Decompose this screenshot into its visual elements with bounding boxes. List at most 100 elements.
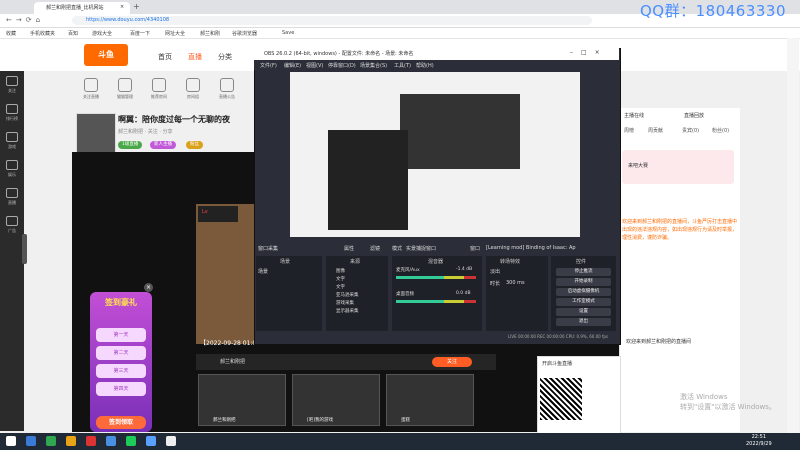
- mixer-track-name: 麦克风/Aux: [396, 268, 420, 273]
- volume-meter: [396, 276, 476, 279]
- rail-item-rank[interactable]: 排行榜: [2, 104, 22, 122]
- tool-notice[interactable]: 直播公告: [212, 78, 242, 100]
- tab-contribution[interactable]: 周贡献: [648, 127, 663, 134]
- window-select[interactable]: [Learning mod] Binding of Isaac: Ap: [486, 245, 576, 251]
- nested-preview: [400, 94, 520, 169]
- follow-button[interactable]: 关注: [432, 357, 472, 367]
- obs-titlebar[interactable]: OBS 26.0.2 (64-bit, windows) - 配置文件: 未命名…: [254, 48, 619, 60]
- mixer-level: 0.0 dB: [456, 291, 471, 296]
- wechat-icon[interactable]: [126, 436, 136, 446]
- site-logo[interactable]: 斗鱼: [84, 44, 128, 66]
- properties-button[interactable]: 属性: [344, 245, 354, 252]
- close-tab-icon[interactable]: ×: [120, 4, 124, 10]
- start-record-button[interactable]: 开始录制: [556, 278, 611, 286]
- start-icon[interactable]: [6, 436, 16, 446]
- system-clock[interactable]: 22:51 2022/9/29: [746, 434, 772, 448]
- source-item[interactable]: 文字: [336, 284, 345, 290]
- duration-field[interactable]: 300 ms: [506, 280, 525, 286]
- rail-toggle[interactable]: [22, 234, 27, 264]
- tool-group[interactable]: 房间组: [178, 78, 208, 100]
- menu-scenes[interactable]: 场景集合(S): [360, 62, 387, 69]
- bookmark-item[interactable]: 网址大全: [165, 30, 185, 37]
- tool-manage[interactable]: 猫猫管理: [110, 78, 140, 100]
- source-item[interactable]: 显示器采集: [336, 308, 359, 314]
- rail-item-fun[interactable]: 娱乐: [2, 160, 22, 178]
- menu-file[interactable]: 文件(F): [260, 62, 277, 69]
- menu-docks[interactable]: 停靠窗口(D): [328, 62, 356, 69]
- new-streamer-badge: 新人主播: [150, 141, 176, 149]
- transition-type[interactable]: 淡出: [490, 268, 500, 275]
- app-icon[interactable]: [46, 436, 56, 446]
- signin-button[interactable]: 签到领取: [96, 416, 146, 429]
- bookmark-item[interactable]: 百知: [68, 30, 78, 37]
- obs-statusbar: LIVE 00:00:00 REC 00:00:00 CPU: 0.9%, 60…: [256, 333, 616, 341]
- recommend-thumb[interactable]: 郝兰和刚把: [198, 374, 286, 426]
- streamer-avatar[interactable]: [76, 113, 116, 153]
- bookmark-item[interactable]: 郝兰和刚: [200, 30, 220, 37]
- page-scrollbar[interactable]: [787, 38, 799, 433]
- bookmark-item[interactable]: Save: [282, 30, 294, 36]
- settings-button[interactable]: 设置: [556, 308, 611, 316]
- tab-fans[interactable]: 粉丝(0): [712, 127, 729, 134]
- menu-edit[interactable]: 编辑(E): [284, 62, 301, 69]
- exit-button[interactable]: 退出: [556, 318, 611, 326]
- recommend-thumb[interactable]: [吧]我的游戏: [292, 374, 380, 426]
- rail-item-game[interactable]: 游戏: [2, 132, 22, 150]
- menu-tools[interactable]: 工具(T): [394, 62, 411, 69]
- replay-link[interactable]: 直播回放: [684, 112, 704, 119]
- tool-recommend[interactable]: 推荐房间: [144, 78, 174, 100]
- browser-tab[interactable]: 郝兰和刚把直播_比机网站 ×: [34, 2, 130, 14]
- star-icon: [6, 160, 18, 170]
- new-tab-icon[interactable]: +: [133, 2, 140, 11]
- current-source: 窗口采集: [258, 246, 279, 252]
- close-icon[interactable]: ×: [144, 283, 153, 292]
- eye-icon: [84, 78, 98, 92]
- rail-item-live[interactable]: 直播: [2, 188, 22, 206]
- recommend-thumb[interactable]: 蛋糕: [386, 374, 474, 426]
- source-item[interactable]: 游戏采集: [336, 300, 354, 306]
- bell-icon: [220, 78, 234, 92]
- app-icon[interactable]: [86, 436, 96, 446]
- app-icon[interactable]: [26, 436, 36, 446]
- scene-item[interactable]: 场景: [258, 268, 268, 275]
- virtual-camera-button[interactable]: 启动虚拟摄像机: [556, 288, 611, 296]
- dock-title: 转场特效: [500, 259, 521, 265]
- folder-icon[interactable]: [66, 436, 76, 446]
- bookmark-item[interactable]: 百度一下: [130, 30, 150, 37]
- window-controls[interactable]: –□×: [570, 49, 608, 56]
- nav-buttons[interactable]: ←→⟳⌂: [6, 16, 44, 24]
- url-text: https://www.douyu.com/4340108: [86, 17, 170, 23]
- video-icon: [6, 188, 18, 198]
- source-item[interactable]: 亚马逊采集: [336, 292, 359, 298]
- nav-live[interactable]: 直播: [188, 52, 202, 62]
- dock-title: 场景: [280, 259, 291, 265]
- app-icon[interactable]: [146, 436, 156, 446]
- filters-button[interactable]: 滤镜: [370, 245, 380, 252]
- mode-select[interactable]: 实景捕捉窗口: [406, 245, 436, 252]
- event-banner[interactable]: 来吧大赛: [622, 150, 734, 184]
- browser-icon[interactable]: [106, 436, 116, 446]
- anchor-online[interactable]: 主播在线: [624, 112, 644, 119]
- menu-view[interactable]: 视图(V): [306, 62, 323, 69]
- bookmark-item[interactable]: 游戏大全: [92, 30, 112, 37]
- left-rail: [0, 71, 24, 431]
- tab-week[interactable]: 周榜: [624, 127, 634, 134]
- obs-icon[interactable]: [166, 436, 176, 446]
- bookmark-item[interactable]: 手机收藏夹: [30, 30, 55, 37]
- nav-category[interactable]: 分类: [218, 52, 232, 62]
- source-item[interactable]: 文字: [336, 276, 345, 282]
- bookmark-item[interactable]: 谷歌浏览器: [232, 30, 257, 37]
- rail-item-follow[interactable]: 关注: [2, 76, 22, 94]
- source-item[interactable]: 图像: [336, 268, 345, 274]
- rail-item-ad[interactable]: 广告: [2, 216, 22, 234]
- url-field[interactable]: https://www.douyu.com/4340108: [72, 16, 592, 25]
- window-label: 窗口: [470, 246, 481, 252]
- tab-title: 郝兰和刚把直播_比机网站: [46, 5, 104, 11]
- tool-follow[interactable]: 关注直播: [76, 78, 106, 100]
- nav-home[interactable]: 首页: [158, 52, 172, 62]
- bookmark-item[interactable]: 收藏: [6, 30, 16, 37]
- stop-stream-button[interactable]: 停止推流: [556, 268, 611, 276]
- menu-help[interactable]: 帮助(H): [416, 62, 434, 69]
- tab-vip[interactable]: 贵宾(0): [682, 127, 699, 134]
- studio-mode-button[interactable]: 工作室模式: [556, 298, 611, 306]
